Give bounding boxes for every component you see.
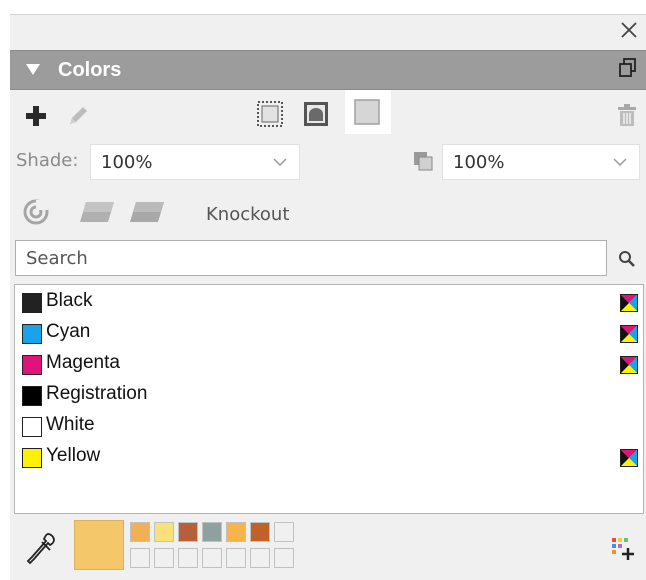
color-swatch	[22, 355, 42, 375]
shade-label: Shade:	[16, 150, 79, 171]
color-swatch	[22, 417, 42, 437]
color-list-item[interactable]: Yellow	[15, 442, 643, 473]
current-color-swatch[interactable]	[74, 520, 124, 570]
colors-list[interactable]: Black Cyan Magenta Registration White Yellow	[14, 284, 644, 514]
color-swatch	[22, 293, 42, 313]
color-name: White	[46, 414, 95, 435]
text-color-toggle[interactable]	[345, 90, 391, 134]
color-name: Cyan	[46, 321, 91, 342]
recent-color-swatch[interactable]	[226, 548, 246, 568]
color-list-item[interactable]: Magenta	[15, 349, 643, 380]
search-icon[interactable]	[618, 250, 636, 268]
close-icon[interactable]	[618, 19, 640, 41]
shade-dropdown[interactable]: 100%	[90, 144, 300, 180]
color-swatch	[22, 448, 42, 468]
add-color-grid-icon[interactable]	[610, 536, 636, 562]
search-placeholder: Search	[26, 248, 88, 269]
chevron-down-icon	[273, 158, 287, 167]
color-name: Black	[46, 290, 93, 311]
cmyk-process-icon	[620, 325, 638, 343]
color-list-item[interactable]: Cyan	[15, 318, 643, 349]
frame-color-icon[interactable]	[256, 100, 284, 128]
opacity-value: 100%	[453, 152, 505, 173]
cmyk-process-icon	[620, 449, 638, 467]
knockout-label[interactable]: Knockout	[206, 204, 289, 225]
recent-color-swatch[interactable]	[226, 522, 246, 542]
panel-header-strip	[10, 14, 646, 50]
colors-panel-body: Shade: 100% 100% Knockout Search Black C…	[10, 90, 646, 580]
panel-title: Colors	[58, 59, 122, 81]
recent-color-swatch[interactable]	[178, 522, 198, 542]
recent-color-swatch[interactable]	[202, 548, 222, 568]
shade-value: 100%	[101, 152, 153, 173]
collapse-triangle-icon[interactable]	[26, 64, 40, 76]
recent-color-swatch[interactable]	[154, 548, 174, 568]
color-list-item[interactable]: Black	[15, 287, 643, 318]
pencil-icon[interactable]	[66, 104, 90, 128]
blend-icon[interactable]	[78, 200, 116, 224]
recent-color-swatch[interactable]	[274, 548, 294, 568]
trash-icon[interactable]	[616, 104, 638, 128]
picture-color-icon[interactable]	[302, 100, 330, 128]
cmyk-process-icon	[620, 294, 638, 312]
recent-color-swatch[interactable]	[130, 522, 150, 542]
color-name: Magenta	[46, 352, 120, 373]
text-color-icon	[354, 99, 380, 125]
recent-color-swatch[interactable]	[250, 548, 270, 568]
recent-color-swatch[interactable]	[130, 548, 150, 568]
opacity-dropdown[interactable]: 100%	[442, 144, 640, 180]
eyedropper-icon[interactable]	[26, 532, 56, 568]
gradient-spiral-icon[interactable]	[22, 198, 50, 226]
search-input[interactable]: Search	[15, 240, 607, 276]
plus-icon[interactable]	[24, 104, 48, 128]
color-list-item[interactable]: Registration	[15, 380, 643, 411]
color-name: Yellow	[46, 445, 101, 466]
chevron-down-icon	[613, 158, 627, 167]
color-list-item[interactable]: White	[15, 411, 643, 442]
recent-color-swatch[interactable]	[202, 522, 222, 542]
recent-color-swatch[interactable]	[178, 548, 198, 568]
color-name: Registration	[46, 383, 148, 404]
cmyk-process-icon	[620, 356, 638, 374]
color-swatch	[22, 324, 42, 344]
recent-color-swatch[interactable]	[274, 522, 294, 542]
undock-icon[interactable]	[618, 57, 638, 79]
color-swatch	[22, 386, 42, 406]
overprint-icon[interactable]	[128, 200, 166, 224]
opacity-icon	[414, 152, 433, 171]
panel-titlebar[interactable]: Colors	[10, 50, 646, 90]
recent-color-swatch[interactable]	[154, 522, 174, 542]
recent-color-swatch[interactable]	[250, 522, 270, 542]
